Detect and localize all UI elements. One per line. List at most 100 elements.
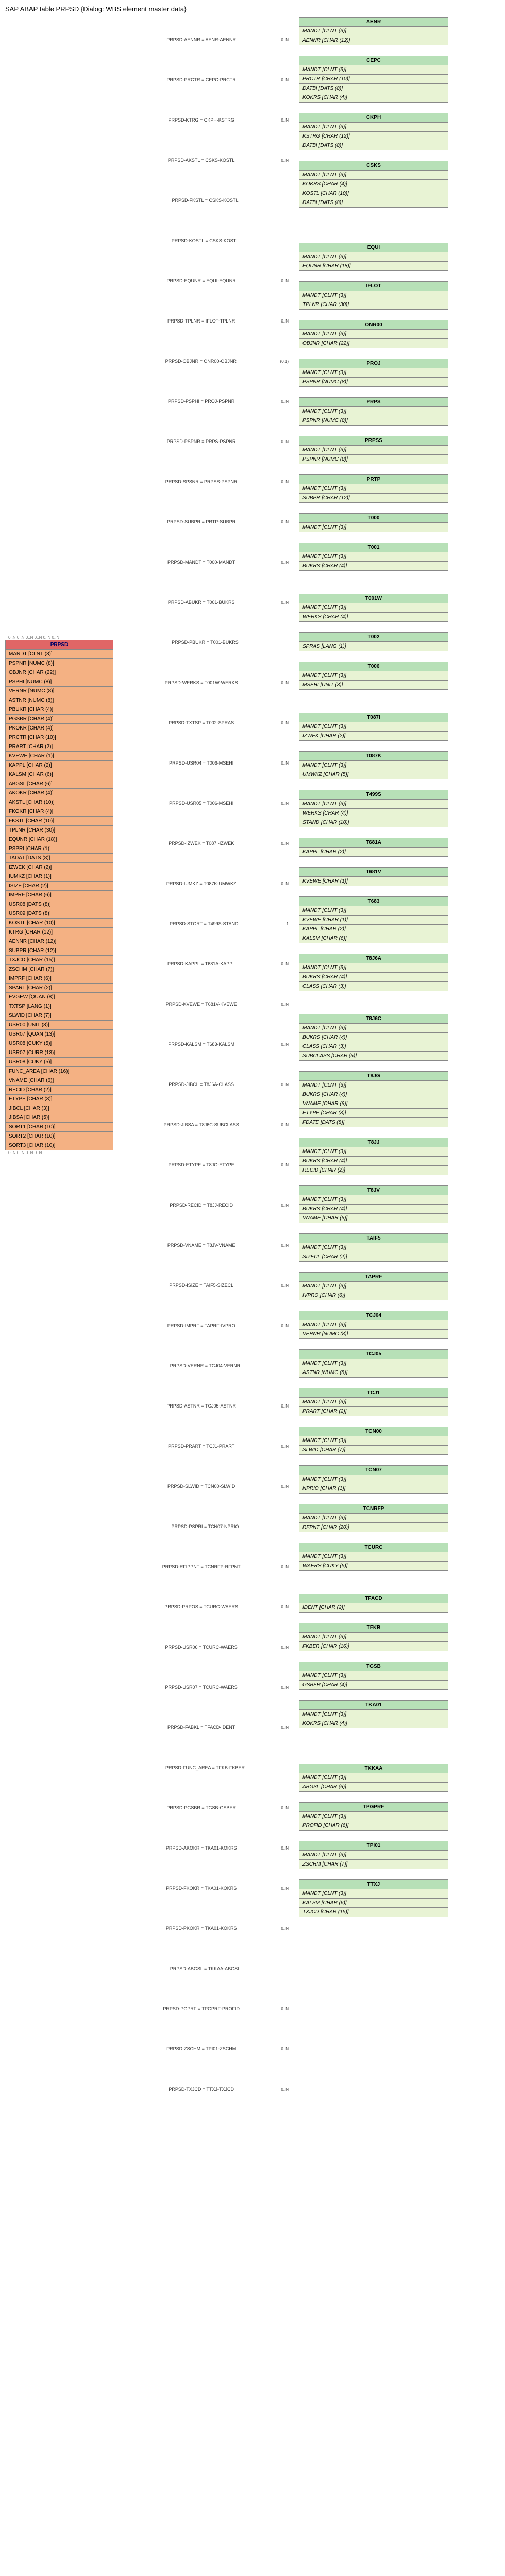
relation-label: PRPSD-KOSTL = CSKS-KOSTL: [124, 237, 287, 244]
relation-row: PRPSD-PSPHI = PROJ-PSPNR0..N: [124, 383, 289, 420]
target-table: TAPRFMANDT [CLNT (3)]IVPRO [CHAR (6)]: [299, 1272, 448, 1300]
target-table: PROJMANDT [CLNT (3)]PSPNR [NUMC (8)]: [299, 359, 448, 387]
relation-label: PRPSD-TPLNR = IFLOT-TPLNR: [124, 317, 279, 325]
target-header[interactable]: T001W: [299, 594, 448, 603]
relation-row: PRPSD-RFIPPNT = TCNRFP-RFPNT0..N: [124, 1548, 289, 1585]
relation-label: PRPSD-VERNR = TCJ04-VERNR: [124, 1362, 287, 1369]
target-header[interactable]: IFLOT: [299, 281, 448, 291]
target-header[interactable]: T683: [299, 896, 448, 906]
cardinality-label: 0..N: [281, 1082, 289, 1087]
target-table: TPGPRFMANDT [CLNT (3)]PROFID [CHAR (6)]: [299, 1802, 448, 1831]
target-header[interactable]: TPI01: [299, 1841, 448, 1851]
target-table: TKA01MANDT [CLNT (3)]KOKRS [CHAR (4)]: [299, 1700, 448, 1728]
relation-label: PRPSD-PSPRI = TCN07-NPRIO: [124, 1523, 287, 1530]
relation-label: PRPSD-SLWID = TCN00-SLWID: [124, 1483, 279, 1490]
target-header[interactable]: T006: [299, 662, 448, 671]
target-header[interactable]: TAPRF: [299, 1272, 448, 1282]
relation-label: PRPSD-VNAME = T8JV-VNAME: [124, 1242, 279, 1249]
target-header[interactable]: CEPC: [299, 56, 448, 65]
prpsd-field: ASTNR [NUMC (8)]: [5, 696, 113, 705]
target-header[interactable]: CSKS: [299, 161, 448, 171]
prpsd-field: IUMKZ [CHAR (1)]: [5, 872, 113, 882]
target-field: MANDT [CLNT (3)]: [299, 800, 448, 809]
relation-row: PRPSD-PSPRI = TCN07-NPRIO: [124, 1508, 289, 1545]
target-header[interactable]: T681A: [299, 838, 448, 848]
target-header[interactable]: T000: [299, 513, 448, 523]
target-field: PRCTR [CHAR (10)]: [299, 75, 448, 84]
prpsd-field: MANDT [CLNT (3)]: [5, 650, 113, 659]
target-header[interactable]: TCURC: [299, 1543, 448, 1552]
target-header[interactable]: T499S: [299, 790, 448, 800]
target-header[interactable]: TCN07: [299, 1465, 448, 1475]
target-field: WAERS [CUKY (5)]: [299, 1562, 448, 1571]
target-header[interactable]: TCJ04: [299, 1311, 448, 1320]
target-field: MANDT [CLNT (3)]: [299, 1710, 448, 1719]
target-table: TCJ04MANDT [CLNT (3)]VERNR [NUMC (8)]: [299, 1311, 448, 1339]
prpsd-field: EQUNR [CHAR (18)]: [5, 835, 113, 844]
relation-label: PRPSD-WERKS = T001W-WERKS: [124, 679, 279, 686]
target-header[interactable]: EQUI: [299, 243, 448, 252]
target-field: EQUNR [CHAR (18)]: [299, 262, 448, 271]
target-header[interactable]: PRPSS: [299, 436, 448, 446]
target-field: MANDT [CLNT (3)]: [299, 65, 448, 75]
target-header[interactable]: TTXJ: [299, 1879, 448, 1889]
target-header[interactable]: TCJ05: [299, 1349, 448, 1359]
target-header[interactable]: CKPH: [299, 113, 448, 123]
prpsd-field: PRART [CHAR (2)]: [5, 742, 113, 752]
target-header[interactable]: T8JG: [299, 1071, 448, 1081]
relation-row: PRPSD-RECID = T8JJ-RECID0..N: [124, 1187, 289, 1224]
prpsd-field: FKOKR [CHAR (4)]: [5, 807, 113, 817]
target-header[interactable]: TCN00: [299, 1427, 448, 1436]
target-field: GSBER [CHAR (4)]: [299, 1681, 448, 1690]
target-header[interactable]: TAIF5: [299, 1233, 448, 1243]
target-header[interactable]: TCJ1: [299, 1388, 448, 1398]
target-header[interactable]: T087K: [299, 751, 448, 761]
target-field: VNAME [CHAR (6)]: [299, 1214, 448, 1223]
target-header[interactable]: PRPS: [299, 397, 448, 407]
target-field: BUKRS [CHAR (4)]: [299, 973, 448, 982]
relation-label: PRPSD-PRCTR = CEPC-PRCTR: [124, 76, 279, 83]
relation-row: PRPSD-IUMKZ = T087K-UMWKZ0..N: [124, 865, 289, 902]
target-header[interactable]: T001: [299, 543, 448, 552]
relation-row: PRPSD-USR06 = TCURC-WAERS0..N: [124, 1629, 289, 1666]
cardinality-label: 0..N: [281, 1685, 289, 1690]
target-header[interactable]: AENR: [299, 17, 448, 27]
prpsd-field: USR07 [QUAN (13)]: [5, 1030, 113, 1039]
target-table: T8J6AMANDT [CLNT (3)]BUKRS [CHAR (4)]CLA…: [299, 954, 448, 991]
relation-row: PRPSD-VNAME = T8JV-VNAME0..N: [124, 1227, 289, 1264]
prpsd-field: KALSM [CHAR (6)]: [5, 770, 113, 779]
target-header[interactable]: T681V: [299, 867, 448, 877]
target-header[interactable]: TFKB: [299, 1623, 448, 1633]
target-header[interactable]: TFACD: [299, 1594, 448, 1603]
prpsd-field: PBUKR [CHAR (4)]: [5, 705, 113, 715]
target-header[interactable]: TKKAA: [299, 1764, 448, 1773]
target-header[interactable]: TGSB: [299, 1662, 448, 1671]
target-header[interactable]: TKA01: [299, 1700, 448, 1710]
target-field: MANDT [CLNT (3)]: [299, 1812, 448, 1821]
target-header[interactable]: TCNRFP: [299, 1504, 448, 1514]
cardinality-label: 0..N: [281, 1605, 289, 1609]
relation-label: PRPSD-EQUNR = EQUI-EQUNR: [124, 277, 279, 284]
prpsd-header[interactable]: PRPSD: [5, 640, 113, 650]
target-header[interactable]: T8JJ: [299, 1138, 448, 1147]
target-header[interactable]: T8J6A: [299, 954, 448, 963]
target-header[interactable]: ONR00: [299, 320, 448, 330]
target-header[interactable]: PRTP: [299, 474, 448, 484]
target-header[interactable]: T087I: [299, 713, 448, 722]
prpsd-field: KOSTL [CHAR (10)]: [5, 919, 113, 928]
relation-label: PRPSD-PKOKR = TKA01-KOKRS: [124, 1925, 279, 1932]
target-header[interactable]: PROJ: [299, 359, 448, 368]
cardinality-label: 0..N: [281, 882, 289, 886]
relation-label: PRPSD-USR04 = T006-MSEHI: [124, 759, 279, 767]
target-header[interactable]: TPGPRF: [299, 1802, 448, 1812]
target-field: MANDT [CLNT (3)]: [299, 1195, 448, 1205]
target-field: BUKRS [CHAR (4)]: [299, 1205, 448, 1214]
target-table: T001WMANDT [CLNT (3)]WERKS [CHAR (4)]: [299, 594, 448, 622]
target-header[interactable]: T8J6C: [299, 1014, 448, 1024]
cardinality-label: 0..N: [281, 1404, 289, 1409]
target-header[interactable]: T002: [299, 632, 448, 642]
target-header[interactable]: T8JV: [299, 1185, 448, 1195]
target-field: PSPNR [NUMC (8)]: [299, 378, 448, 387]
target-field: MANDT [CLNT (3)]: [299, 1024, 448, 1033]
prpsd-field: USR08 [DATS (8)]: [5, 900, 113, 909]
